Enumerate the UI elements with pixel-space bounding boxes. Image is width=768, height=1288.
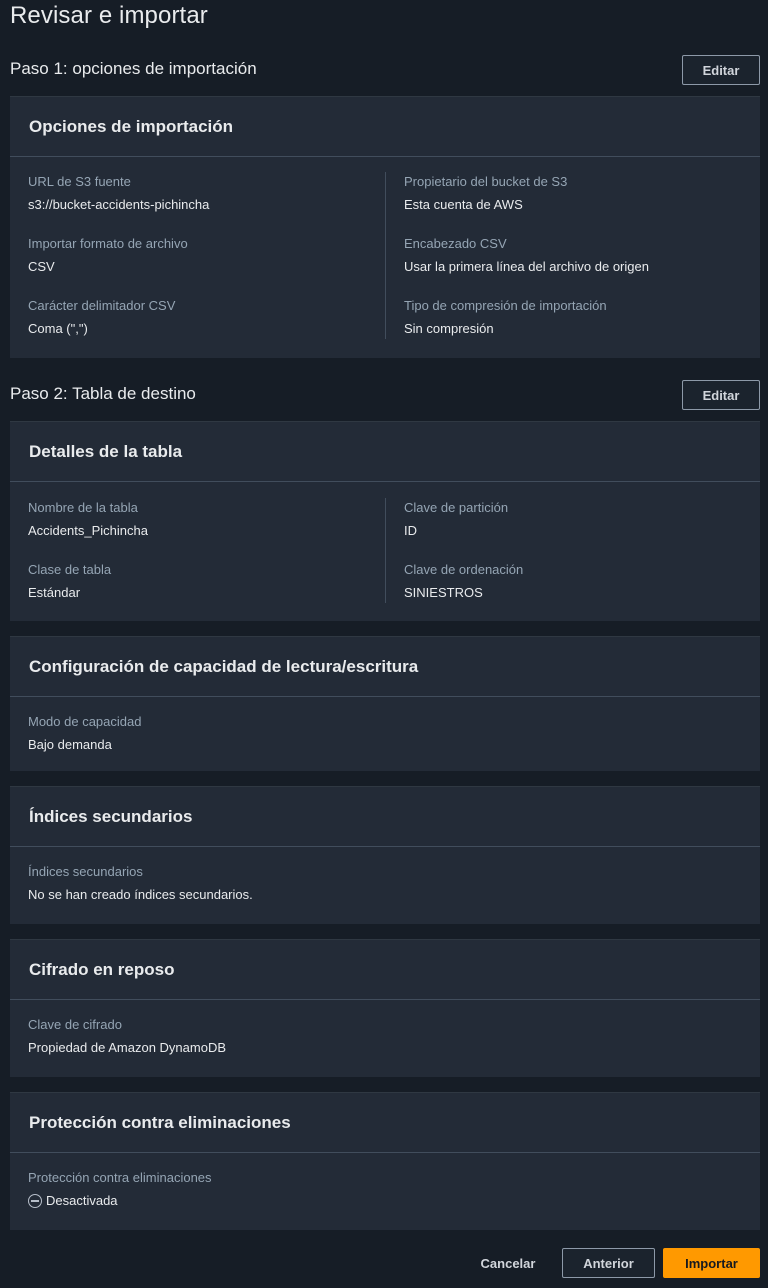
step2-header: Paso 2: Tabla de destino Editar (10, 380, 760, 410)
page-title: Revisar e importar (10, 2, 208, 29)
field-value: CSV (28, 259, 55, 274)
field-partition-key: Clave de partición ID (404, 500, 508, 539)
step1-edit-button[interactable]: Editar (682, 55, 760, 85)
card-title: Protección contra eliminaciones (29, 1112, 291, 1132)
card-title: Detalles de la tabla (29, 441, 183, 461)
field-value: No se han creado índices secundarios. (28, 887, 253, 902)
field-label: Índices secundarios (28, 864, 143, 879)
field-label: Tipo de compresión de importación (404, 298, 607, 313)
field-value: Accidents_Pichincha (28, 523, 148, 538)
step1-title: Paso 1: opciones de importación (10, 59, 257, 78)
card-header: Protección contra eliminaciones (10, 1093, 760, 1153)
import-button[interactable]: Importar (663, 1248, 760, 1278)
field-value: ID (404, 523, 417, 538)
field-file-format: Importar formato de archivo CSV (28, 236, 188, 275)
field-value: Propiedad de Amazon DynamoDB (28, 1040, 227, 1055)
field-value: Bajo demanda (28, 737, 112, 752)
step1-header: Paso 1: opciones de importación Editar (10, 55, 760, 85)
field-label: Encabezado CSV (404, 236, 507, 251)
encryption-card: Cifrado en reposo Clave de cifrado Propi… (10, 939, 760, 1077)
field-capacity-mode: Modo de capacidad Bajo demanda (28, 714, 141, 753)
field-label: Clave de ordenación (404, 562, 524, 577)
import-options-card: Opciones de importación URL de S3 fuente… (10, 96, 760, 358)
field-value: Coma (",") (28, 321, 88, 336)
column-divider (385, 172, 386, 339)
deletion-protection-card: Protección contra eliminaciones Protecci… (10, 1092, 760, 1230)
card-header: Detalles de la tabla (10, 422, 760, 482)
secondary-indexes-card: Índices secundarios Índices secundarios … (10, 786, 760, 924)
field-value: Estándar (28, 585, 81, 600)
minus-circle-icon (28, 1194, 42, 1208)
previous-button[interactable]: Anterior (562, 1248, 655, 1278)
field-label: Clase de tabla (28, 562, 112, 577)
field-value: Esta cuenta de AWS (404, 197, 523, 212)
field-label: Clave de partición (404, 500, 509, 515)
field-deletion-protection: Protección contra eliminaciones Desactiv… (28, 1170, 212, 1209)
field-csv-header: Encabezado CSV Usar la primera línea del… (404, 236, 649, 275)
field-value: s3://bucket-accidents-pichincha (28, 197, 210, 212)
field-table-name: Nombre de la tabla Accidents_Pichincha (28, 500, 148, 539)
field-bucket-owner: Propietario del bucket de S3 Esta cuenta… (404, 174, 567, 213)
card-title: Cifrado en reposo (29, 959, 175, 979)
field-table-class: Clase de tabla Estándar (28, 562, 111, 601)
column-divider (385, 498, 386, 603)
field-label: URL de S3 fuente (28, 174, 131, 189)
card-header: Configuración de capacidad de lectura/es… (10, 637, 760, 697)
field-sort-key: Clave de ordenación SINIESTROS (404, 562, 523, 601)
card-header: Opciones de importación (10, 97, 760, 157)
card-title: Configuración de capacidad de lectura/es… (29, 656, 419, 676)
field-label: Carácter delimitador CSV (28, 298, 176, 313)
cancel-button[interactable]: Cancelar (470, 1248, 546, 1278)
card-title: Opciones de importación (29, 116, 234, 136)
field-value: Sin compresión (404, 321, 494, 336)
field-label: Protección contra eliminaciones (28, 1170, 212, 1185)
field-label: Modo de capacidad (28, 714, 142, 729)
table-details-card: Detalles de la tabla Nombre de la tabla … (10, 421, 760, 621)
card-header: Índices secundarios (10, 787, 760, 847)
field-value: SINIESTROS (404, 585, 483, 600)
step2-edit-button[interactable]: Editar (682, 380, 760, 410)
field-label: Clave de cifrado (28, 1017, 122, 1032)
field-secondary-indexes: Índices secundarios No se han creado índ… (28, 864, 253, 903)
capacity-card: Configuración de capacidad de lectura/es… (10, 636, 760, 771)
status-text: Desactivada (46, 1193, 118, 1208)
field-value: Usar la primera línea del archivo de ori… (404, 259, 649, 274)
field-label: Importar formato de archivo (28, 236, 188, 251)
card-title: Índices secundarios (29, 806, 193, 826)
card-header: Cifrado en reposo (10, 940, 760, 1000)
field-encryption-key: Clave de cifrado Propiedad de Amazon Dyn… (28, 1017, 226, 1056)
field-delimiter: Carácter delimitador CSV Coma (",") (28, 298, 175, 337)
status-indicator: Desactivada (28, 1193, 212, 1209)
field-s3-url: URL de S3 fuente s3://bucket-accidents-p… (28, 174, 209, 213)
field-compression: Tipo de compresión de importación Sin co… (404, 298, 607, 337)
field-label: Propietario del bucket de S3 (404, 174, 568, 189)
field-label: Nombre de la tabla (28, 500, 138, 515)
step2-title: Paso 2: Tabla de destino (10, 384, 196, 403)
